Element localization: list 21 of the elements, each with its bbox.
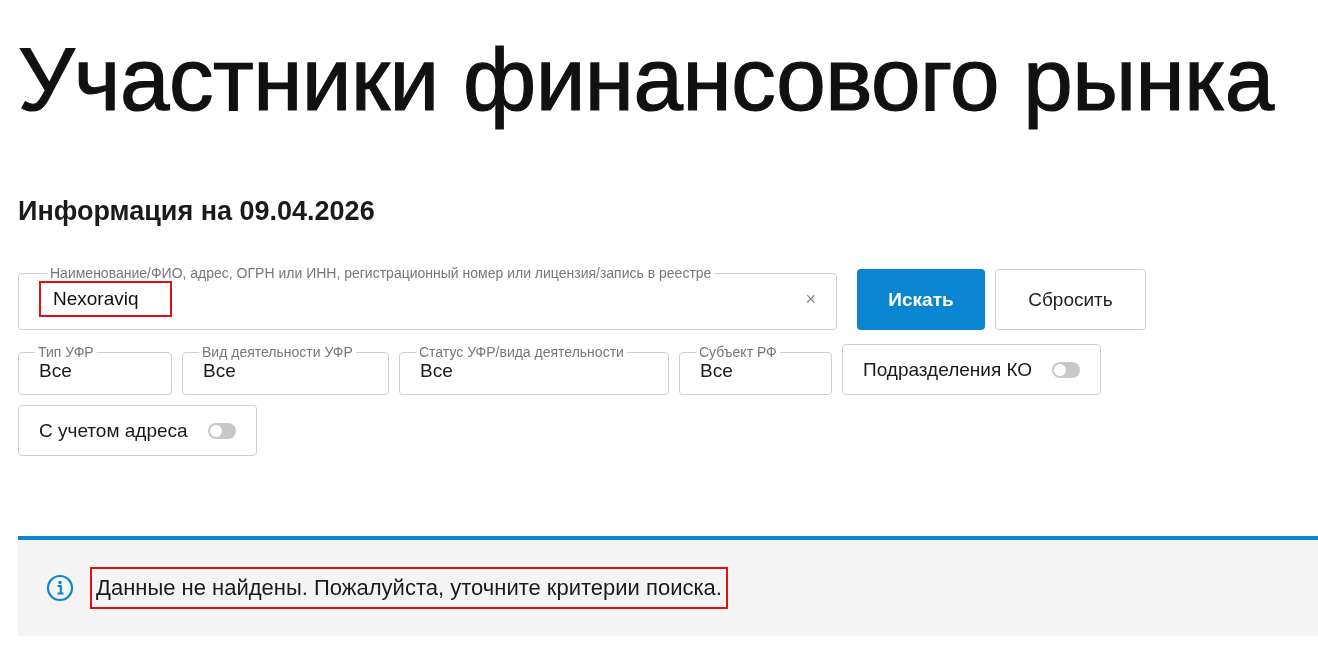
no-results-message: Данные не найдены. Пожалуйста, уточните критерии поиска. bbox=[90, 567, 728, 610]
field-label: Тип УФР bbox=[37, 344, 95, 361]
info-icon bbox=[46, 574, 74, 603]
reset-button[interactable]: Сбросить bbox=[995, 269, 1146, 331]
filter-dropdown[interactable]: Вид деятельности УФР Все bbox=[182, 344, 389, 396]
info-date-heading: Информация на 09.04.2026 bbox=[18, 194, 376, 228]
field-label: Наименование/ФИО, адрес, ОГРН или ИНН, регистрационный номер или лицензия/запись в реестре bbox=[49, 265, 713, 282]
toggle-button[interactable]: С учетом адреса bbox=[18, 405, 257, 457]
filter-dropdown[interactable]: Субъект РФ Все bbox=[679, 344, 832, 396]
field-label: Статус УФР/вида деятельности bbox=[418, 344, 625, 361]
search-field[interactable]: Наименование/ФИО, адрес, ОГРН или ИНН, регистрационный номер или лицензия/запись в реестре Nexoraviq × bbox=[18, 265, 837, 331]
search-input[interactable]: Nexoraviq bbox=[39, 281, 172, 318]
toggle-switch-icon[interactable] bbox=[207, 422, 236, 439]
field-label: Вид деятельности УФР bbox=[201, 344, 354, 361]
page-title: Участники финансового рынка bbox=[18, 28, 1276, 131]
filter-dropdown[interactable]: Статус УФР/вида деятельности Все bbox=[399, 344, 669, 396]
toggle-button[interactable]: Подразделения КО bbox=[842, 344, 1102, 396]
field-label: Субъект РФ bbox=[698, 344, 778, 361]
toggle-switch-icon[interactable] bbox=[1052, 361, 1081, 378]
search-button[interactable]: Искать bbox=[857, 269, 985, 331]
filter-dropdown[interactable]: Тип УФР Все bbox=[18, 344, 172, 396]
